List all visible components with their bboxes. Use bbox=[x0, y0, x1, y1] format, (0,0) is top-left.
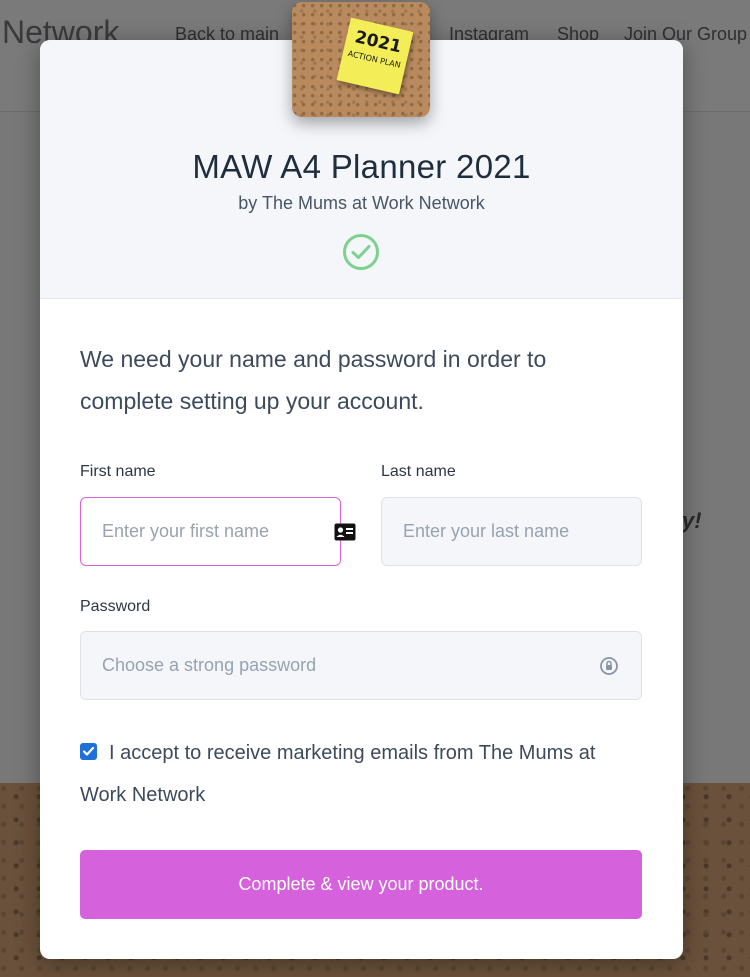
first-name-field[interactable] bbox=[80, 497, 356, 566]
check-circle-icon bbox=[343, 234, 379, 270]
marketing-consent: I accept to receive marketing emails fro… bbox=[80, 732, 640, 816]
last-name-label: Last name bbox=[381, 463, 456, 480]
password-manager-icon[interactable] bbox=[598, 655, 620, 677]
first-name-label: First name bbox=[80, 463, 156, 480]
first-name-input[interactable] bbox=[102, 521, 334, 542]
last-name-field[interactable] bbox=[381, 497, 642, 566]
password-label: Password bbox=[80, 598, 151, 615]
product-author: by The Mums at Work Network bbox=[238, 193, 485, 213]
marketing-consent-checkbox[interactable] bbox=[80, 743, 97, 760]
password-input[interactable] bbox=[102, 655, 598, 676]
form-intro: We need your name and password in order … bbox=[80, 346, 547, 414]
product-title: MAW A4 Planner 2021 bbox=[192, 148, 531, 185]
password-field[interactable] bbox=[80, 631, 642, 700]
last-name-input[interactable] bbox=[403, 521, 635, 542]
sticky-note-image: 2021 ACTION PLAN bbox=[336, 17, 414, 95]
background-text-fragment: y! bbox=[682, 508, 702, 533]
product-thumbnail: 2021 ACTION PLAN bbox=[292, 2, 430, 117]
contact-card-icon[interactable] bbox=[334, 521, 356, 543]
account-setup-modal: MAW A4 Planner 2021 by The Mums at Work … bbox=[40, 40, 683, 959]
complete-button[interactable]: Complete & view your product. bbox=[80, 850, 642, 919]
marketing-consent-text[interactable]: I accept to receive marketing emails fro… bbox=[80, 742, 595, 806]
